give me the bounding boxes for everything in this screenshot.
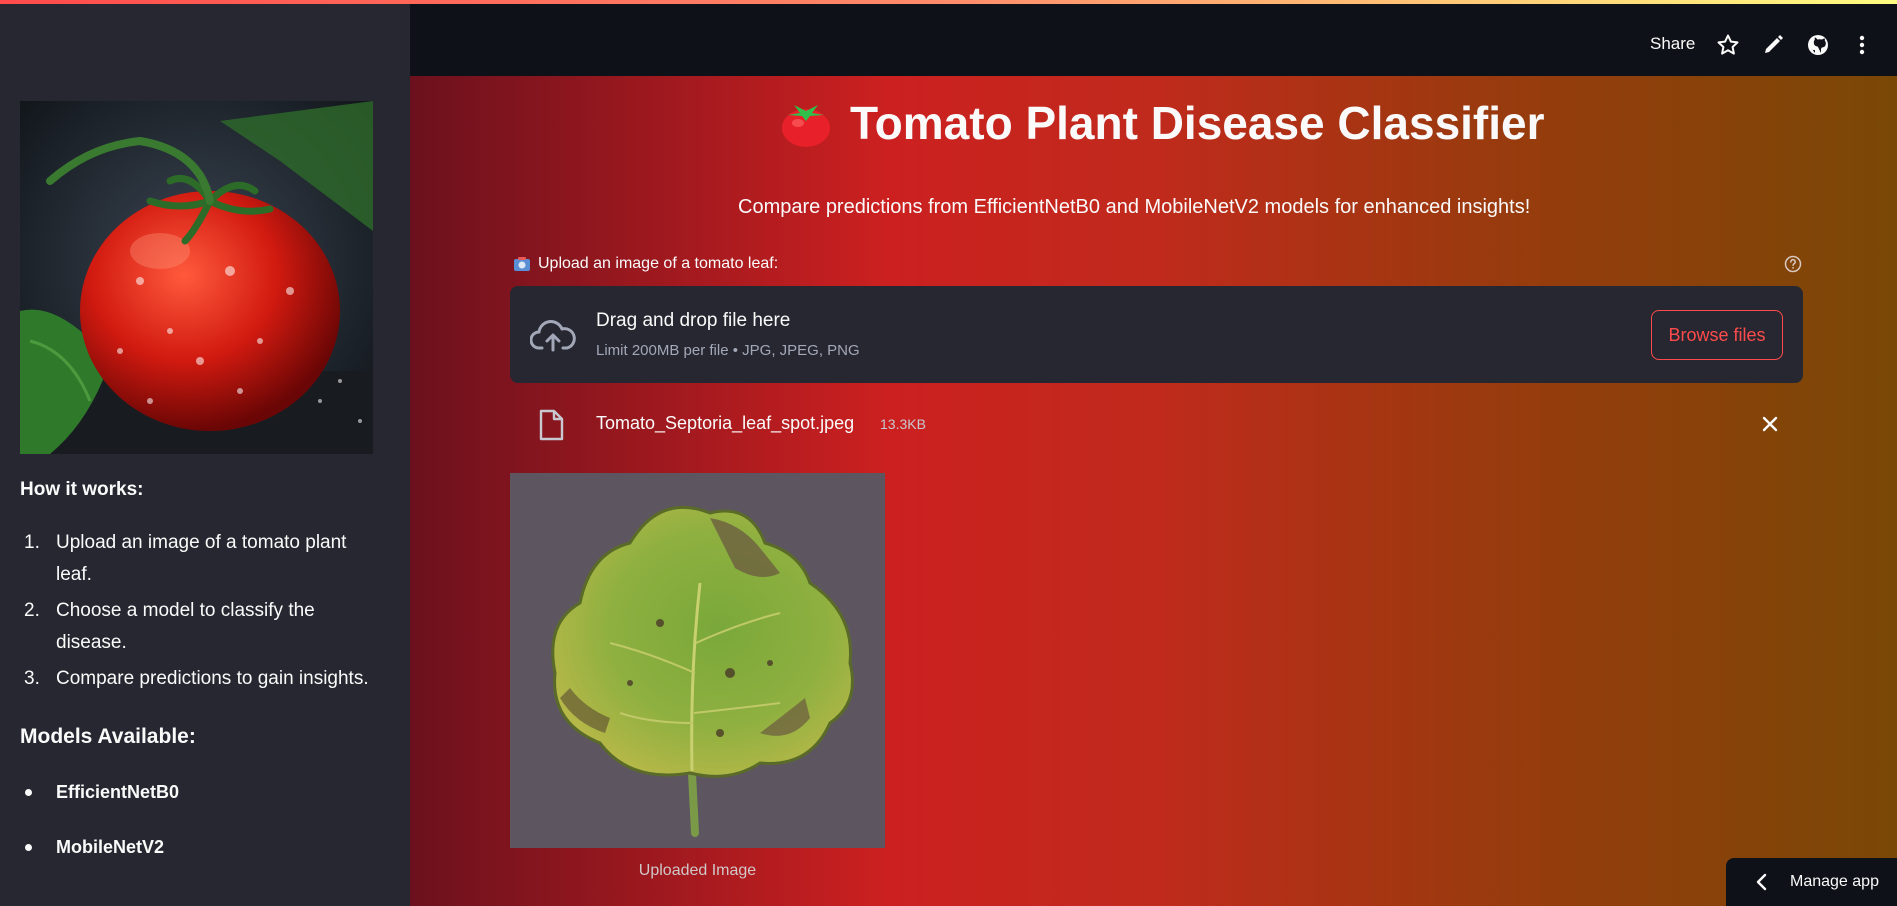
sidebar: How it works: 1. Upload an image of a to… (0, 0, 410, 906)
bullet (25, 844, 32, 851)
model-name: MobileNetV2 (56, 837, 165, 857)
model-item: MobileNetV2 (20, 831, 179, 863)
file-icon (539, 409, 564, 441)
share-button[interactable]: Share (1650, 34, 1695, 54)
models-list: EfficientNetB0 MobileNetV2 (20, 776, 179, 886)
dropzone-limit: Limit 200MB per file • JPG, JPEG, PNG (596, 342, 860, 359)
upload-label: Upload an image of a tomato leaf: (538, 255, 779, 272)
model-item: EfficientNetB0 (20, 776, 179, 808)
uploaded-file-row: Tomato_Septoria_leaf_spot.jpeg 13.3KB (510, 400, 1803, 446)
page-subtitle: Compare predictions from EfficientNetB0 … (738, 196, 1531, 218)
file-name: Tomato_Septoria_leaf_spot.jpeg (596, 413, 855, 433)
close-icon[interactable] (1760, 414, 1780, 434)
github-icon[interactable] (1806, 33, 1830, 57)
browse-files-button[interactable]: Browse files (1651, 310, 1783, 360)
top-decoration-stripe (0, 0, 1897, 4)
help-icon[interactable] (1784, 255, 1802, 273)
uploaded-leaf-image (510, 473, 885, 848)
cloud-upload-icon (530, 320, 576, 352)
sidebar-tomato-image (20, 101, 373, 454)
step-number: 2. (24, 600, 40, 621)
star-icon[interactable] (1716, 33, 1740, 57)
step-number: 1. (24, 532, 40, 553)
model-name: EfficientNetB0 (56, 782, 180, 802)
tomato-icon (782, 105, 830, 147)
dropzone-title: Drag and drop file here (596, 310, 791, 331)
image-caption: Uploaded Image (638, 862, 757, 879)
upload-label-row: Upload an image of a tomato leaf: (513, 255, 778, 273)
file-size: 13.3KB (880, 416, 926, 432)
more-vertical-icon[interactable] (1850, 33, 1874, 57)
manage-app-button[interactable]: Manage app (1726, 858, 1897, 906)
step-item: 3. Compare predictions to gain insights. (20, 663, 380, 695)
step-text: Compare predictions to gain insights. (56, 668, 369, 689)
bullet (25, 789, 32, 796)
steps-list: 1. Upload an image of a tomato plant lea… (20, 527, 380, 699)
chevron-left-icon (1756, 873, 1767, 891)
page-title: Tomato Plant Disease Classifier (850, 97, 1545, 149)
models-available-heading: Models Available: (20, 725, 196, 748)
step-text: Upload an image of a tomato plant leaf. (56, 532, 347, 585)
file-dropzone[interactable]: Drag and drop file here Limit 200MB per … (510, 286, 1803, 383)
step-text: Choose a model to classify the disease. (56, 600, 315, 653)
camera-icon (514, 257, 530, 271)
step-item: 1. Upload an image of a tomato plant lea… (20, 527, 380, 591)
step-item: 2. Choose a model to classify the diseas… (20, 595, 380, 659)
how-it-works-heading: How it works: (20, 479, 144, 500)
step-number: 3. (24, 668, 40, 689)
manage-app-label: Manage app (1790, 873, 1879, 890)
page-title-row: Tomato Plant Disease Classifier (780, 96, 1545, 150)
pencil-icon[interactable] (1761, 33, 1785, 57)
